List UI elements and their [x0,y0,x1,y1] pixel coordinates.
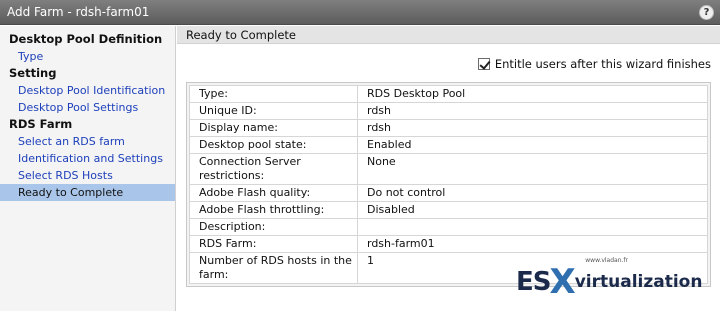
esx-virtualization-logo: ES X virtualization [516,262,703,302]
summary-key: Desktop pool state: [189,136,358,154]
summary-key: Adobe Flash throttling: [189,201,358,219]
summary-key: Connection Server restrictions: [189,153,358,185]
table-row: Desktop pool state: Enabled [189,136,708,154]
summary-value: RDS Desktop Pool [357,85,708,103]
table-row: RDS Farm: rdsh-farm01 [189,235,708,253]
entitle-users-label[interactable]: Entitle users after this wizard finishes [495,56,711,72]
summary-key: Number of RDS hosts in the farm: [189,252,358,284]
summary-key: Type: [189,85,358,103]
table-row: Type: RDS Desktop Pool [189,85,708,103]
page-title: Ready to Complete [177,26,720,44]
summary-value: Enabled [357,136,708,154]
step-select-rds-farm[interactable]: Select an RDS farm [0,133,175,150]
table-row: Display name: rdsh [189,119,708,137]
step-identification-and-settings[interactable]: Identification and Settings [0,150,175,167]
section-setting: Setting [9,66,57,80]
window-titlebar: Add Farm - rdsh-farm01 ? [0,0,720,25]
entitle-users-option[interactable]: Entitle users after this wizard finishes [477,56,711,72]
step-desktop-pool-settings[interactable]: Desktop Pool Settings [0,99,175,116]
table-row: Adobe Flash quality: Do not control [189,184,708,202]
summary-value: rdsh [357,102,708,120]
table-row: Description: [189,218,708,236]
table-row: Connection Server restrictions: None [189,153,708,185]
window-title: Add Farm - rdsh-farm01 [7,5,150,19]
table-row: Unique ID: rdsh [189,102,708,120]
summary-value: None [357,153,708,185]
wizard-steps-sidebar: Desktop Pool Definition Type Setting Des… [0,26,176,311]
step-select-rds-hosts[interactable]: Select RDS Hosts [0,167,175,184]
logo-x-text: X [549,262,576,302]
summary-value: Disabled [357,201,708,219]
summary-key: Display name: [189,119,358,137]
summary-value: Do not control [357,184,708,202]
logo-es-text: ES [516,267,551,297]
summary-value: rdsh [357,119,708,137]
summary-key: Description: [189,218,358,236]
watermark-url: www.vladan.fr [585,257,628,264]
table-row: Adobe Flash throttling: Disabled [189,201,708,219]
summary-value: rdsh-farm01 [357,235,708,253]
step-ready-to-complete[interactable]: Ready to Complete [0,184,175,201]
section-desktop-pool-definition: Desktop Pool Definition [9,32,163,46]
summary-key: Adobe Flash quality: [189,184,358,202]
logo-virtualization-text: virtualization [574,272,703,292]
summary-key: Unique ID: [189,102,358,120]
help-button[interactable]: ? [699,5,714,20]
step-type[interactable]: Type [0,48,175,65]
section-rds-farm: RDS Farm [9,117,73,131]
summary-key: RDS Farm: [189,235,358,253]
step-desktop-pool-identification[interactable]: Desktop Pool Identification [0,82,175,99]
entitle-users-checkbox[interactable] [477,58,490,70]
watermark-logo: www.vladan.fr ES X virtualization [516,255,712,302]
summary-value [357,218,708,236]
